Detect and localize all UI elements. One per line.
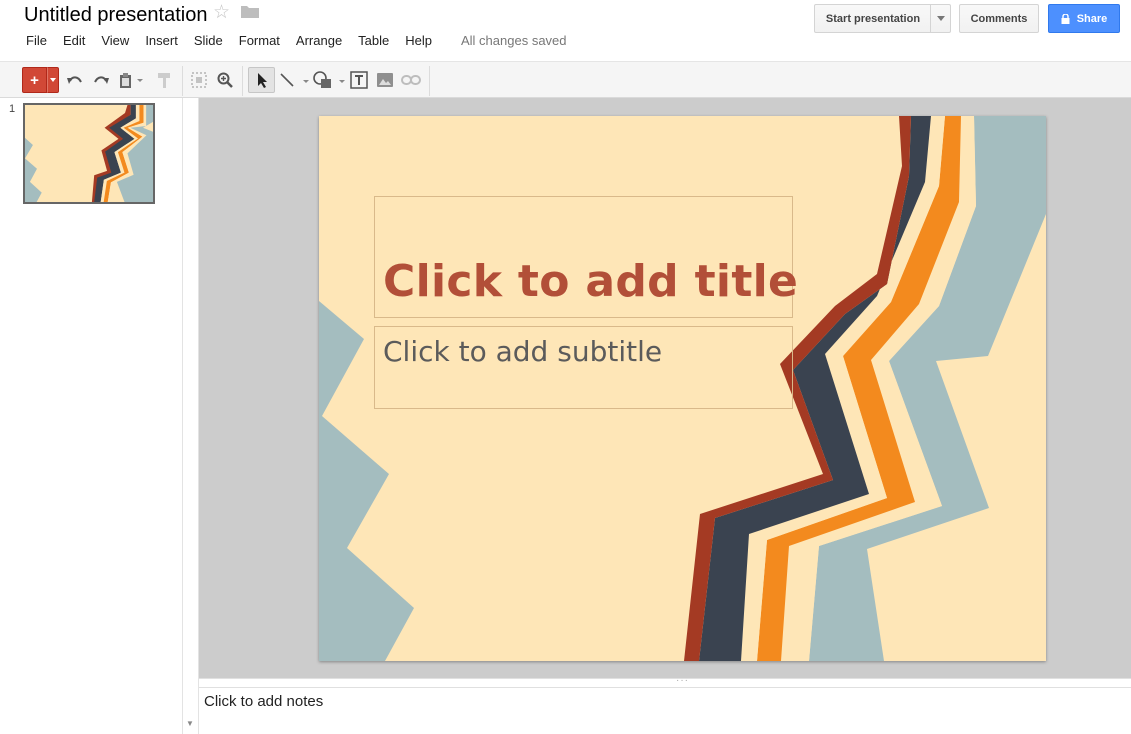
zoom-fit-icon [191, 72, 207, 88]
comments-label: Comments [970, 12, 1028, 25]
share-button[interactable]: Share [1048, 4, 1120, 33]
clipboard-icon [120, 73, 143, 88]
redo-icon [94, 76, 109, 84]
app-header: Untitled presentation ☆ File Edit View I… [0, 0, 1131, 61]
cursor-arrow-icon [257, 73, 267, 88]
slide-canvas: Click to add title Click to add subtitle [199, 98, 1131, 678]
menu-edit[interactable]: Edit [55, 32, 93, 50]
zoom-fit-button[interactable] [188, 67, 210, 93]
menu-arrange[interactable]: Arrange [288, 32, 350, 50]
subtitle-placeholder-text: Click to add subtitle [383, 335, 663, 368]
text-box-button[interactable] [348, 67, 370, 93]
menu-table[interactable]: Table [350, 32, 397, 50]
line-icon [280, 73, 309, 87]
insert-image-button[interactable] [374, 67, 396, 93]
chevron-down-icon [936, 16, 945, 21]
paint-roller-icon [158, 73, 170, 88]
menu-file[interactable]: File [18, 32, 55, 50]
toolbar: + [0, 61, 1131, 98]
text-box-icon [350, 71, 368, 89]
notes-placeholder: Click to add notes [204, 693, 324, 710]
new-slide-button[interactable]: + [22, 67, 47, 93]
redo-button[interactable] [91, 67, 111, 93]
comments-button[interactable]: Comments [959, 4, 1039, 33]
document-title[interactable]: Untitled presentation [24, 2, 207, 28]
undo-button[interactable] [65, 67, 85, 93]
undo-icon [67, 76, 82, 84]
save-status: All changes saved [461, 33, 567, 48]
toolbar-separator [242, 66, 243, 96]
folder-icon[interactable] [241, 5, 259, 18]
menu-view[interactable]: View [93, 32, 137, 50]
paint-format-button[interactable] [153, 67, 175, 93]
shape-tool-button[interactable] [312, 67, 346, 93]
insert-link-button[interactable] [399, 67, 423, 93]
menu-insert[interactable]: Insert [137, 32, 186, 50]
zoom-button[interactable] [214, 67, 236, 93]
paste-button[interactable] [116, 67, 146, 93]
resize-grip-icon[interactable]: ··· [676, 675, 689, 686]
slide-filmstrip: 1 ▼ [0, 98, 199, 734]
select-tool-button[interactable] [248, 67, 275, 93]
slide[interactable]: Click to add title Click to add subtitle [319, 116, 1046, 661]
plus-icon: + [30, 71, 39, 89]
slide-thumbnail-art [25, 105, 153, 202]
start-presentation-label: Start presentation [825, 12, 921, 25]
zoom-icon [217, 72, 233, 88]
title-placeholder-text: Click to add title [383, 256, 799, 307]
new-slide-dropdown[interactable] [47, 67, 59, 93]
start-presentation-dropdown-button[interactable] [930, 4, 951, 33]
share-label: Share [1076, 12, 1108, 25]
scroll-down-arrow-icon[interactable]: ▼ [186, 719, 194, 728]
menu-help[interactable]: Help [397, 32, 440, 50]
speaker-notes-area[interactable]: Click to add notes [199, 688, 1131, 734]
lock-icon [1061, 13, 1070, 24]
menu-slide[interactable]: Slide [186, 32, 231, 50]
image-icon [377, 73, 393, 87]
star-icon[interactable]: ☆ [213, 2, 230, 24]
subtitle-placeholder[interactable]: Click to add subtitle [374, 326, 793, 409]
slide-thumbnail[interactable] [23, 103, 155, 204]
line-tool-button[interactable] [278, 67, 310, 93]
toolbar-separator [182, 66, 183, 96]
menu-bar: File Edit View Insert Slide Format Arran… [18, 32, 440, 50]
shape-icon [313, 71, 345, 88]
chevron-down-icon [50, 78, 56, 82]
slide-number: 1 [9, 103, 16, 115]
toolbar-separator [429, 66, 430, 96]
filmstrip-scrollbar[interactable] [182, 98, 199, 734]
title-placeholder[interactable]: Click to add title [374, 196, 798, 318]
notes-resize-divider[interactable] [199, 678, 1131, 688]
start-presentation-button[interactable]: Start presentation [814, 4, 931, 33]
menu-format[interactable]: Format [231, 32, 288, 50]
link-icon [401, 75, 421, 85]
